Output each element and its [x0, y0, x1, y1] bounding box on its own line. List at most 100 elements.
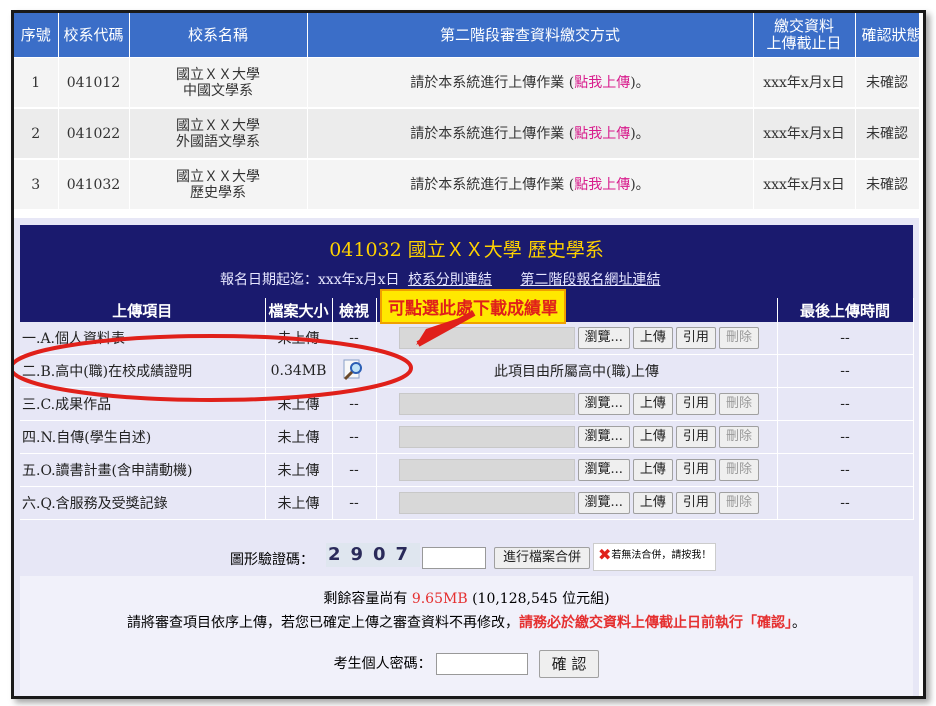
panel-title: 041032 國立ＸＸ大學 歷史學系 [329, 239, 604, 261]
item-last-upload: -- [777, 420, 914, 454]
row-deadline: xxx年x月x日 [753, 159, 856, 211]
file-path-field[interactable] [398, 492, 575, 514]
upload-panel: 041032 國立ＸＸ大學 歷史學系 報名日期起迄：xxx年x月x日 校系分則連… [14, 218, 919, 696]
delete-button[interactable]: 刪除 [718, 426, 759, 448]
item-controls: 瀏覽... 上傳 引用 刪除 [376, 453, 778, 487]
row-deadline: xxx年x月x日 [753, 108, 856, 160]
delete-button[interactable]: 刪除 [718, 492, 759, 514]
item-last-upload: -- [777, 322, 914, 355]
item-label: 五.O.讀書計畫(含申請動機) [20, 453, 266, 487]
department-name: 中國文學系 [183, 82, 253, 99]
upload-row: 五.O.讀書計畫(含申請動機) 未上傳 -- 瀏覽... 上傳 引用 刪除 -- [20, 453, 914, 487]
capacity-label: 剩餘容量尚有 [323, 591, 408, 607]
upload-row: 四.N.自傳(學生自述) 未上傳 -- 瀏覽... 上傳 引用 刪除 -- [20, 420, 914, 454]
row-method: 請於本系統進行上傳作業 (點我上傳)。 [307, 57, 754, 109]
item-view: -- [332, 322, 377, 355]
merge-files-button[interactable]: 進行檔案合併 [494, 547, 591, 569]
browse-button[interactable]: 瀏覽... [577, 426, 630, 448]
annotation-callout: 可點選此處下載成績單 [380, 289, 566, 324]
item-view: -- [332, 486, 377, 520]
table-header-row: 序號 校系代碼 校系名稱 第二階段審查資料繳交方式 繳交資料 上傳截止日 確認狀… [14, 13, 922, 58]
item-view [332, 354, 377, 388]
panel-subtitle: 報名日期起迄：xxx年x月x日 校系分則連結 第二階段報名網址連結 [220, 269, 684, 289]
captcha-input[interactable] [422, 547, 486, 569]
item-view: -- [332, 420, 377, 454]
col-header-method: 第二階段審查資料繳交方式 [307, 13, 754, 58]
row-method: 請於本系統進行上傳作業 (點我上傳)。 [307, 108, 754, 160]
department-table: 序號 校系代碼 校系名稱 第二階段審查資料繳交方式 繳交資料 上傳截止日 確認狀… [14, 13, 922, 211]
row-code: 041012 [58, 57, 130, 109]
second-stage-link[interactable]: 第二階段報名網址連結 [520, 272, 660, 288]
col-header-view: 檢視 [332, 298, 377, 322]
school-name: 國立ＸＸ大學 [176, 117, 260, 134]
file-path-field[interactable] [398, 459, 575, 481]
capacity-bytes: (10,128,545 位元組) [472, 591, 610, 607]
method-text: 請於本系統進行上傳作業 ( [410, 74, 575, 91]
item-size: 未上傳 [265, 322, 333, 355]
password-input[interactable] [436, 653, 529, 675]
cite-button[interactable]: 引用 [675, 393, 716, 415]
browse-button[interactable]: 瀏覽... [577, 327, 630, 349]
department-rules-link[interactable]: 校系分則連結 [408, 272, 492, 288]
merge-help-link[interactable]: ✖若無法合併，請按我！ [593, 543, 717, 571]
cite-button[interactable]: 引用 [675, 426, 716, 448]
row-name: 國立ＸＸ大學 中國文學系 [129, 57, 308, 109]
browse-button[interactable]: 瀏覽... [577, 492, 630, 514]
delete-button[interactable]: 刪除 [718, 327, 759, 349]
cite-button[interactable]: 引用 [675, 492, 716, 514]
browse-button[interactable]: 瀏覽... [577, 459, 630, 481]
upload-link[interactable]: 點我上傳 [574, 126, 630, 142]
row-deadline: xxx年x月x日 [753, 57, 856, 109]
view-file-icon[interactable] [341, 357, 367, 385]
confirm-button[interactable]: 確 認 [538, 650, 600, 678]
row-status-link[interactable]: 未確認 [855, 108, 920, 160]
row-no: 3 [14, 159, 59, 211]
warning-x-icon: ✖ [598, 545, 612, 564]
item-last-upload: -- [777, 453, 914, 487]
item-note: 此項目由所屬高中(職)上傳 [376, 354, 778, 388]
col-header-status: 確認狀態 [855, 13, 922, 58]
col-header-item: 上傳項目 [20, 298, 266, 322]
item-last-upload: -- [777, 486, 914, 520]
table-row: 3 041032 國立ＸＸ大學 歷史學系 請於本系統進行上傳作業 (點我上傳)。 … [14, 159, 920, 211]
upload-button[interactable]: 上傳 [632, 327, 673, 349]
item-label: 六.Q.含服務及受獎記錄 [20, 486, 266, 520]
row-status-link[interactable]: 未確認 [855, 159, 920, 211]
upload-link[interactable]: 點我上傳 [574, 177, 630, 193]
row-method: 請於本系統進行上傳作業 (點我上傳)。 [307, 159, 754, 211]
captcha-image: 2907 [326, 543, 420, 567]
file-path-field[interactable] [398, 393, 575, 415]
row-status-link[interactable]: 未確認 [855, 57, 920, 109]
browse-button[interactable]: 瀏覽... [577, 393, 630, 415]
capacity-line: 剩餘容量尚有 9.65MB (10,128,545 位元組) [20, 588, 913, 608]
upload-row: 二.B.高中(職)在校成績證明 0.34MB 此項目由所屬高中(職)上傳 -- [20, 354, 914, 388]
school-name: 國立ＸＸ大學 [176, 66, 260, 83]
upload-link[interactable]: 點我上傳 [574, 75, 630, 91]
method-text: 請於本系統進行上傳作業 ( [410, 176, 575, 193]
file-path-field[interactable] [398, 327, 575, 349]
upload-button[interactable]: 上傳 [632, 426, 673, 448]
row-no: 2 [14, 108, 59, 160]
item-size: 未上傳 [265, 486, 333, 520]
item-size: 未上傳 [265, 420, 333, 454]
panel-header: 041032 國立ＸＸ大學 歷史學系 報名日期起迄：xxx年x月x日 校系分則連… [20, 225, 913, 298]
method-text-end: )。 [630, 74, 650, 91]
cite-button[interactable]: 引用 [675, 327, 716, 349]
item-label: 二.B.高中(職)在校成績證明 [20, 354, 266, 388]
table-row: 1 041012 國立ＸＸ大學 中國文學系 請於本系統進行上傳作業 (點我上傳)。… [14, 57, 920, 109]
notice-text: 請將審查項目依序上傳，若您已確定上傳之審查資料不再修改， [127, 615, 519, 631]
screenshot-frame: 序號 校系代碼 校系名稱 第二階段審查資料繳交方式 繳交資料 上傳截止日 確認狀… [11, 10, 926, 699]
delete-button[interactable]: 刪除 [718, 393, 759, 415]
department-name: 外國語文學系 [176, 133, 260, 150]
upload-button[interactable]: 上傳 [632, 492, 673, 514]
upload-button[interactable]: 上傳 [632, 393, 673, 415]
item-controls: 瀏覽... 上傳 引用 刪除 [376, 387, 778, 421]
method-text: 請於本系統進行上傳作業 ( [410, 125, 575, 142]
notice-line: 請將審查項目依序上傳，若您已確定上傳之審查資料不再修改，請務必於繳交資料上傳截止… [20, 612, 913, 632]
file-path-field[interactable] [398, 426, 575, 448]
password-label: 考生個人密碼： [333, 656, 432, 672]
upload-button[interactable]: 上傳 [632, 459, 673, 481]
cite-button[interactable]: 引用 [675, 459, 716, 481]
item-label: 三.C.成果作品 [20, 387, 266, 421]
delete-button[interactable]: 刪除 [718, 459, 759, 481]
